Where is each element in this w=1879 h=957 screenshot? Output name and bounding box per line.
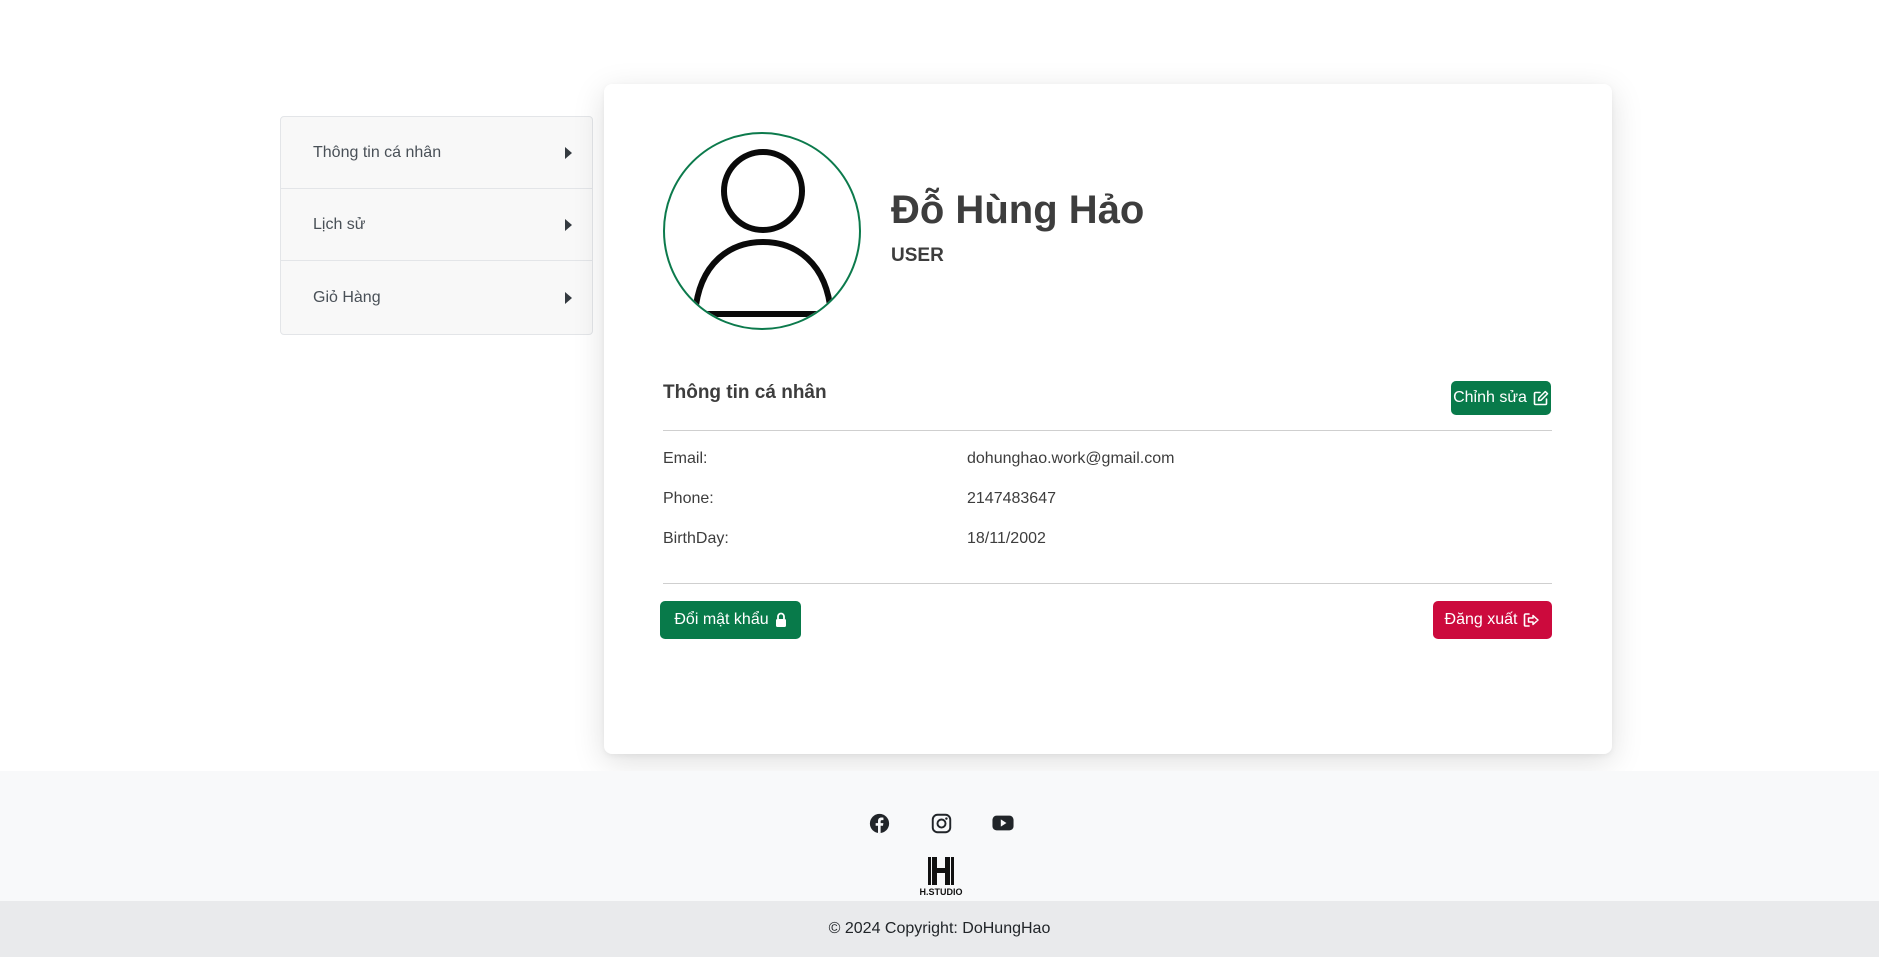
facebook-icon[interactable]	[867, 811, 891, 835]
logout-button[interactable]: Đăng xuất	[1433, 601, 1552, 639]
youtube-icon[interactable]	[991, 811, 1015, 835]
footer: H.STUDIO	[0, 771, 1879, 901]
user-role: USER	[891, 245, 944, 266]
divider	[663, 430, 1552, 431]
copyright-text: © 2024 Copyright: DoHungHao	[828, 920, 1051, 937]
profile-card: Đỗ Hùng Hảo USER Thông tin cá nhân Chỉnh…	[604, 84, 1612, 754]
birthday-value: 18/11/2002	[967, 530, 1046, 547]
edit-button-label: Chỉnh sửa	[1453, 389, 1527, 406]
user-avatar-icon	[691, 149, 835, 317]
sidebar-item-label: Lịch sử	[313, 215, 366, 233]
hstudio-logo: H.STUDIO	[916, 856, 966, 900]
birthday-label: BirthDay:	[663, 530, 729, 547]
logo-text: H.STUDIO	[919, 887, 963, 897]
info-row-birthday: BirthDay: 18/11/2002	[663, 530, 1552, 552]
logout-icon	[1524, 613, 1540, 627]
phone-label: Phone:	[663, 490, 714, 507]
social-links	[0, 811, 1879, 835]
hstudio-logo-icon	[928, 857, 954, 885]
section-title: Thông tin cá nhân	[663, 382, 827, 403]
instagram-icon[interactable]	[929, 811, 953, 835]
edit-icon	[1533, 390, 1549, 406]
caret-right-icon	[565, 291, 572, 304]
sidebar-menu: Thông tin cá nhân Lịch sử Giỏ Hàng	[280, 116, 593, 335]
phone-value: 2147483647	[967, 490, 1056, 507]
copyright-bar: © 2024 Copyright: DoHungHao	[0, 901, 1879, 957]
sidebar-item-history[interactable]: Lịch sử	[281, 189, 592, 261]
email-label: Email:	[663, 450, 708, 467]
info-row-email: Email: dohunghao.work@gmail.com	[663, 450, 1552, 472]
sidebar-item-cart[interactable]: Giỏ Hàng	[281, 261, 592, 334]
avatar	[663, 132, 861, 330]
divider	[663, 583, 1552, 584]
caret-right-icon	[565, 218, 572, 231]
user-name: Đỗ Hùng Hảo	[891, 188, 1145, 232]
info-row-phone: Phone: 2147483647	[663, 490, 1552, 512]
sidebar-item-label: Thông tin cá nhân	[313, 143, 442, 161]
email-value: dohunghao.work@gmail.com	[967, 450, 1175, 467]
page: Thông tin cá nhân Lịch sử Giỏ Hàng Đỗ Hù…	[0, 0, 1879, 957]
lock-icon	[775, 612, 786, 627]
logout-label: Đăng xuất	[1444, 611, 1518, 628]
caret-right-icon	[565, 146, 572, 159]
change-password-button[interactable]: Đổi mật khẩu	[660, 601, 801, 639]
sidebar-item-label: Giỏ Hàng	[313, 288, 381, 306]
edit-button[interactable]: Chỉnh sửa	[1451, 381, 1551, 415]
sidebar-item-personal-info[interactable]: Thông tin cá nhân	[281, 117, 592, 189]
change-password-label: Đổi mật khẩu	[674, 611, 769, 628]
